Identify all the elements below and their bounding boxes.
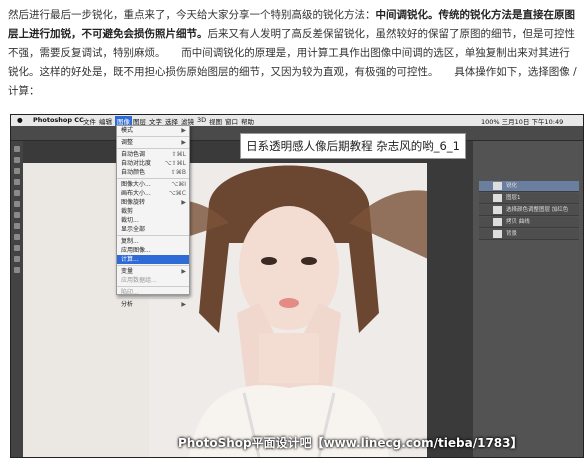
- tutorial-title-box: 日系透明感人像后期教程 杂志风的哟_6_1: [240, 133, 466, 159]
- menu-item[interactable]: 复制...: [117, 237, 189, 246]
- stamp-tool-icon[interactable]: [14, 212, 20, 218]
- menu-bar: ● Photoshop CC 文件 编辑 图像 图层 文字 选择 滤镜 3D 视…: [11, 115, 583, 126]
- watermark-text: PhotoShop平面设计吧【www.linecg.com/tieba/1783…: [178, 436, 523, 450]
- marquee-tool-icon[interactable]: [14, 157, 20, 163]
- menu-window[interactable]: 窗口: [225, 116, 238, 126]
- apple-icon[interactable]: ●: [17, 116, 23, 124]
- layer-row[interactable]: 锐化: [479, 181, 579, 192]
- menu-item-calculations[interactable]: 计算...: [117, 255, 189, 264]
- status-right: 100% 三月10日 下午10:49: [481, 118, 564, 126]
- menu-item[interactable]: 图像大小... ⌥⌘I: [117, 180, 189, 189]
- layer-row[interactable]: 选择颜色调整图层 加红色: [479, 205, 579, 216]
- article-bold-method: 中间调锐化。: [375, 9, 439, 21]
- menu-3d[interactable]: 3D: [197, 116, 206, 124]
- menu-item[interactable]: 模式 ▶: [117, 126, 189, 135]
- menu-item[interactable]: 应用图像...: [117, 246, 189, 255]
- crop-tool-icon[interactable]: [14, 179, 20, 185]
- menu-file[interactable]: 文件: [83, 116, 96, 126]
- text-tool-icon[interactable]: [14, 267, 20, 273]
- eraser-tool-icon[interactable]: [14, 223, 20, 229]
- menu-edit[interactable]: 编辑: [99, 116, 112, 126]
- menu-item[interactable]: 变量 ▶: [117, 267, 189, 276]
- portrait-photo: [149, 163, 427, 457]
- menu-item[interactable]: 画布大小... ⌥⌘C: [117, 189, 189, 198]
- eyedropper-tool-icon[interactable]: [14, 190, 20, 196]
- move-tool-icon[interactable]: [14, 146, 20, 152]
- menu-view[interactable]: 视图: [209, 116, 222, 126]
- lasso-tool-icon[interactable]: [14, 168, 20, 174]
- menu-item[interactable]: 显示全部: [117, 225, 189, 234]
- tool-strip: [11, 141, 23, 457]
- menu-item[interactable]: 分析 ▶: [117, 300, 189, 309]
- pen-tool-icon[interactable]: [14, 256, 20, 262]
- photo-canvas[interactable]: [149, 163, 427, 457]
- menu-item[interactable]: 图像旋转 ▶: [117, 198, 189, 207]
- image-menu-dropdown: 模式 ▶ 调整 ▶ 自动色调 ⇧⌘L 自动对比度 ⌥⇧⌘L 自动颜色 ⇧⌘B 图像大小..…: [116, 125, 190, 308]
- layers-panel: 锐化 图层1 选择颜色调整图层 加红色 拷贝 曲线 背景: [473, 141, 583, 457]
- article-text: 然后进行最后一步锐化，重点来了，今天给大家分享一个特别高级的锐化方法：中间调锐化…: [8, 6, 578, 101]
- article-paragraph-1: 然后进行最后一步锐化，重点来了，今天给大家分享一个特别高级的锐化方法：: [8, 9, 376, 21]
- brush-tool-icon[interactable]: [14, 201, 20, 207]
- menu-item[interactable]: 调整 ▶: [117, 138, 189, 147]
- menu-item: 陷印...: [121, 289, 139, 296]
- dodge-tool-icon[interactable]: [14, 245, 20, 251]
- menu-item[interactable]: 裁切...: [117, 216, 189, 225]
- menu-help[interactable]: 帮助: [241, 116, 254, 126]
- layer-row[interactable]: 图层1: [479, 193, 579, 204]
- layer-row[interactable]: 拷贝 曲线: [479, 217, 579, 228]
- menu-item[interactable]: 自动颜色 ⇧⌘B: [117, 168, 189, 177]
- menu-item[interactable]: 自动色调 ⇧⌘L: [117, 150, 189, 159]
- menu-item: 应用数据组...: [121, 277, 157, 284]
- app-name[interactable]: Photoshop CC: [33, 116, 84, 124]
- photoshop-screenshot: ● Photoshop CC 文件 编辑 图像 图层 文字 选择 滤镜 3D 视…: [10, 114, 584, 458]
- layer-row[interactable]: 背景: [479, 229, 579, 240]
- menu-item[interactable]: 自动对比度 ⌥⇧⌘L: [117, 159, 189, 168]
- menu-item[interactable]: 裁剪: [117, 207, 189, 216]
- gradient-tool-icon[interactable]: [14, 234, 20, 240]
